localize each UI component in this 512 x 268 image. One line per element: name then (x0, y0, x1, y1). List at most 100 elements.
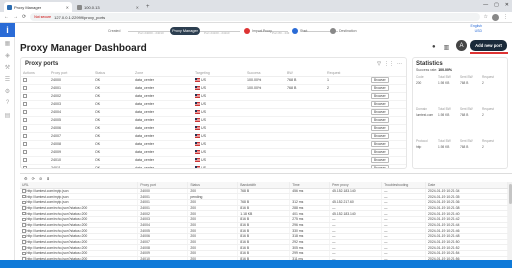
stats-column-header[interactable]: Request (482, 139, 504, 143)
help-icon[interactable]: ? (0, 97, 15, 109)
table-row[interactable]: 24008 OK data_center US Browser (21, 140, 406, 149)
open-browser-button[interactable]: Browser (371, 157, 389, 163)
log-download-icon[interactable]: ⬇ (46, 176, 49, 181)
stats-column-header[interactable]: Sent BW (460, 107, 482, 111)
row-checkbox[interactable] (23, 86, 27, 90)
row-checkbox[interactable] (22, 223, 26, 227)
filter-icon[interactable]: ▽ (377, 61, 381, 67)
open-browser-button[interactable]: Browser (371, 125, 389, 131)
log-refresh-icon[interactable]: ⟳ (32, 176, 35, 181)
stats-column-header[interactable]: Domain (416, 107, 438, 111)
log-clear-icon[interactable]: ⊘ (39, 176, 42, 181)
row-checkbox[interactable] (22, 251, 26, 256)
row-checkbox[interactable] (22, 200, 26, 205)
avatar[interactable]: A (456, 40, 467, 51)
notification-icon[interactable]: ● (432, 44, 436, 51)
open-browser-button[interactable]: Browser (371, 109, 389, 115)
open-browser-button[interactable]: Browser (371, 117, 389, 123)
row-checkbox[interactable] (22, 206, 26, 210)
stats-column-header[interactable]: Sent BW (460, 75, 482, 79)
address-bar[interactable]: Not secure 127.0.0.1:22999/proxy_ports (30, 13, 480, 21)
columns-icon[interactable]: ⋮⋮ (384, 61, 394, 67)
tools-icon[interactable]: ⚒ (0, 61, 15, 73)
proxies-icon[interactable]: ◈ (0, 49, 15, 61)
row-checkbox[interactable] (22, 240, 26, 244)
table-row[interactable]: 24011 OK data_center US Browser (21, 164, 406, 168)
reload-icon[interactable]: ⟳ (22, 14, 26, 20)
logs-icon[interactable]: ☰ (0, 73, 15, 85)
row-checkbox[interactable] (23, 126, 27, 130)
language-selector[interactable]: English USD (471, 24, 482, 34)
maximize-icon[interactable]: ▢ (494, 2, 499, 8)
row-checkbox[interactable] (22, 211, 26, 216)
table-row[interactable]: 24003 OK data_center US Browser (21, 100, 406, 109)
row-checkbox[interactable] (22, 189, 26, 193)
table-row[interactable]: 24010 OK data_center US Browser (21, 156, 406, 165)
row-checkbox[interactable] (23, 150, 27, 154)
open-browser-button[interactable]: Browser (371, 101, 389, 107)
app-logo-icon[interactable]: i (0, 23, 15, 37)
row-checkbox[interactable] (23, 94, 27, 98)
row-checkbox[interactable] (22, 194, 26, 199)
table-row[interactable]: 24004 OK data_center US Browser (21, 108, 406, 117)
log-settings-icon[interactable]: ⚙ (24, 176, 28, 181)
row-checkbox[interactable] (23, 142, 27, 146)
stats-row[interactable]: 200 1.98 KB 768 B 2 (416, 80, 506, 86)
open-browser-button[interactable]: Browser (371, 77, 389, 83)
stats-column-header[interactable]: Total BW (438, 139, 460, 143)
open-browser-button[interactable]: Browser (371, 141, 389, 147)
wizard-step-proxy-manager[interactable]: Proxy Manager (170, 27, 200, 35)
more-icon[interactable]: ⋯ (397, 61, 402, 67)
open-browser-button[interactable]: Browser (371, 85, 389, 91)
browser-tab-active[interactable]: Proxy Manager ✕ (4, 2, 72, 12)
stats-column-header[interactable]: Sent BW (460, 139, 482, 143)
new-tab-icon[interactable]: + (146, 4, 150, 10)
star-icon[interactable]: ☆ (484, 14, 488, 20)
back-icon[interactable]: ← (4, 14, 9, 20)
add-new-port-button[interactable]: Add new port (470, 40, 507, 51)
stats-column-header[interactable]: Protocol (416, 139, 438, 143)
row-checkbox[interactable] (23, 134, 27, 138)
stats-column-header[interactable]: Request (482, 107, 504, 111)
table-row[interactable]: 24000 OK data_center US 100.00% 768 B 1 Browser (21, 76, 406, 85)
row-checkbox[interactable] (22, 234, 26, 239)
open-browser-button[interactable]: Browser (371, 149, 389, 155)
row-checkbox[interactable] (23, 78, 27, 82)
row-checkbox[interactable] (22, 217, 26, 222)
row-checkbox[interactable] (23, 102, 27, 106)
stats-column-header[interactable]: Request (482, 75, 504, 79)
open-browser-button[interactable]: Browser (371, 93, 389, 99)
stats-icon[interactable]: ▥ (444, 44, 450, 51)
row-checkbox[interactable] (23, 158, 27, 162)
table-row[interactable]: 24006 OK data_center US Browser (21, 124, 406, 133)
forward-icon[interactable]: → (13, 14, 18, 20)
table-row[interactable]: 24005 OK data_center US Browser (21, 116, 406, 125)
settings-icon[interactable]: ⚙ (0, 85, 15, 97)
table-row[interactable]: 24002 OK data_center US Browser (21, 92, 406, 101)
window-close-icon[interactable]: ✕ (505, 2, 509, 8)
table-row[interactable]: 24007 OK data_center US Browser (21, 132, 406, 141)
close-icon[interactable]: ✕ (136, 5, 139, 10)
row-checkbox[interactable] (23, 118, 27, 122)
row-checkbox[interactable] (23, 166, 27, 168)
row-checkbox[interactable] (23, 110, 27, 114)
stats-row[interactable]: http 1.98 KB 768 B 2 (416, 144, 506, 150)
profile-icon[interactable] (492, 13, 499, 21)
browser-tab[interactable]: 100.0.13 ✕ (74, 2, 142, 12)
close-icon[interactable]: ✕ (66, 5, 69, 10)
open-browser-button[interactable]: Browser (371, 165, 389, 168)
dashboard-icon[interactable]: ▦ (0, 37, 15, 49)
stats-row[interactable]: lumtest.com 1.98 KB 768 B 2 (416, 112, 506, 118)
table-row[interactable]: 24009 OK data_center US Browser (21, 148, 406, 157)
stats-column-header[interactable]: Total BW (438, 107, 460, 111)
row-checkbox[interactable] (22, 229, 26, 233)
docs-icon[interactable]: ▤ (0, 109, 15, 121)
stats-column-header[interactable]: Total BW (438, 75, 460, 79)
menu-icon[interactable]: ⋮ (503, 14, 508, 20)
log-scrollbar[interactable] (508, 182, 512, 260)
table-row[interactable]: 24001 OK data_center US 100.00% 768 B 2 Browser (21, 84, 406, 93)
open-browser-button[interactable]: Browser (371, 133, 389, 139)
stats-column-header[interactable]: Code (416, 75, 438, 79)
row-checkbox[interactable] (22, 246, 26, 250)
minimize-icon[interactable]: — (483, 2, 488, 8)
